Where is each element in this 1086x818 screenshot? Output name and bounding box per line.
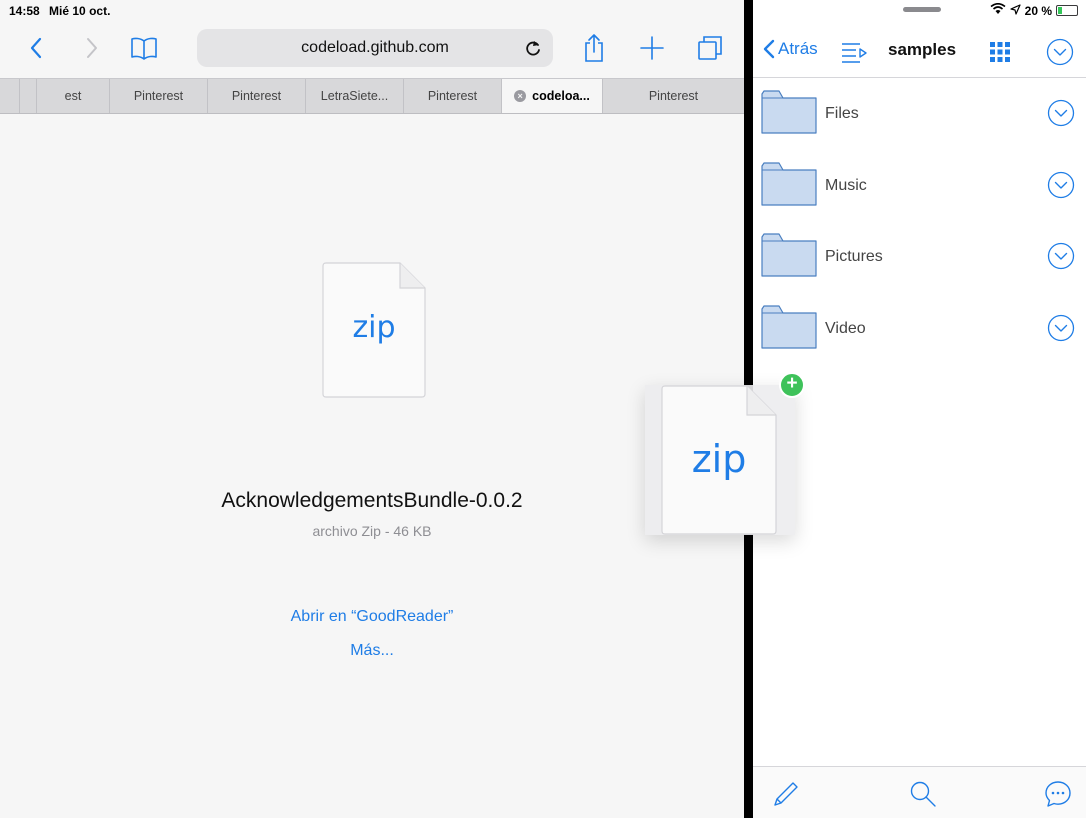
open-in-goodreader-link[interactable]: Abrir en “GoodReader” [0, 608, 744, 626]
share-icon[interactable] [578, 32, 610, 64]
back-label: Atrás [778, 39, 818, 58]
tab-label: Pinterest [133, 89, 184, 103]
tab-label: Pinterest [648, 89, 699, 103]
folder-name: Pictures [825, 248, 883, 265]
folder-icon [761, 161, 817, 206]
goodreader-bottom-toolbar [753, 766, 1086, 818]
folder-row[interactable]: Files [753, 78, 1086, 150]
add-badge-plus-icon: + [779, 372, 805, 398]
goodreader-navbar: Atrás samples [753, 26, 1086, 78]
forward-arrow-icon[interactable] [76, 32, 108, 64]
tab-item[interactable]: Pinterest [404, 79, 502, 113]
tabs-overview-icon[interactable] [694, 32, 726, 64]
status-bar-right: 20 % [753, 0, 1086, 22]
folder-name: Video [825, 319, 866, 337]
chevron-down-circle-icon[interactable] [1047, 99, 1075, 127]
folder-row[interactable]: Music [753, 150, 1086, 222]
zip-icon-label: zip [352, 310, 396, 345]
tab-stack-edge [20, 79, 37, 113]
address-bar[interactable]: codeload.github.com [197, 29, 553, 67]
folder-icon [761, 90, 817, 134]
pencil-icon[interactable] [771, 779, 801, 809]
folder-icon [761, 304, 817, 349]
goodreader-pane: 20 % Atrás samples Files Music Pictures … [753, 0, 1086, 818]
tab-item[interactable]: Pinterest [208, 79, 306, 113]
tab-label: Pinterest [231, 89, 282, 103]
wifi-icon [990, 2, 1006, 18]
safari-toolbar: codeload.github.com [0, 22, 744, 74]
chevron-down-circle-icon[interactable] [1047, 314, 1075, 342]
folder-icon [761, 233, 817, 277]
search-icon[interactable] [908, 779, 938, 809]
zip-file-icon: zip [322, 262, 426, 398]
reload-icon[interactable] [523, 38, 543, 58]
tab-close-icon[interactable]: × [514, 90, 527, 102]
tab-stack-edge [0, 79, 20, 113]
status-date: Mié 10 oct. [49, 4, 111, 18]
tab-label: Pinterest [427, 89, 478, 103]
tab-bar: est Pinterest Pinterest LetraSiete... Pi… [0, 78, 744, 114]
folder-name: Music [825, 176, 867, 194]
folder-row[interactable]: Pictures [753, 221, 1086, 293]
grid-view-icon[interactable] [985, 37, 1015, 67]
status-bar-left: 14:58 Mié 10 oct. [9, 4, 116, 18]
tab-item[interactable]: est [37, 79, 110, 113]
folder-list: Files Music Pictures Video [753, 78, 1086, 364]
tab-item[interactable]: Pinterest [110, 79, 208, 113]
tab-item[interactable]: Pinterest [603, 79, 744, 113]
chevron-down-circle-icon[interactable] [1047, 171, 1075, 199]
status-time: 14:58 [9, 4, 40, 18]
back-button[interactable]: Atrás [763, 39, 818, 59]
more-options-link[interactable]: Más... [0, 642, 744, 660]
zip-icon-label: zip [691, 437, 747, 481]
bookmarks-book-icon[interactable] [128, 32, 160, 64]
list-view-icon[interactable] [839, 37, 869, 67]
chevron-left-icon [763, 39, 775, 59]
zip-file-icon: zip [661, 385, 777, 535]
folder-row[interactable]: Video [753, 293, 1086, 365]
file-meta: archivo Zip - 46 KB [312, 523, 432, 539]
chat-bubble-icon[interactable] [1043, 779, 1073, 809]
status-indicators: 20 % [990, 2, 1078, 18]
tab-label: codeloa... [532, 89, 590, 103]
chevron-down-circle-icon[interactable] [1047, 242, 1075, 270]
drag-preview[interactable]: zip + [645, 372, 805, 535]
tab-item-active[interactable]: × codeloa... [502, 79, 603, 113]
new-tab-plus-icon[interactable] [636, 32, 668, 64]
address-url: codeload.github.com [301, 39, 449, 56]
multitasking-grabber[interactable] [903, 7, 941, 12]
options-chevron-down-icon[interactable] [1045, 37, 1075, 67]
location-icon [1010, 3, 1021, 18]
folder-title: samples [888, 40, 957, 59]
battery-icon [1056, 5, 1078, 16]
safari-pane: 14:58 Mié 10 oct. codeload.github.com es… [0, 0, 744, 818]
tab-label: LetraSiete... [320, 89, 389, 103]
tab-label: est [64, 89, 82, 103]
battery-percent: 20 % [1024, 3, 1052, 18]
file-name: AcknowledgementsBundle-0.0.2 [221, 489, 523, 512]
tab-item[interactable]: LetraSiete... [306, 79, 404, 113]
download-page: zip AcknowledgementsBundle-0.0.2 archivo… [0, 114, 744, 818]
folder-name: Files [825, 105, 859, 122]
back-arrow-icon[interactable] [20, 32, 52, 64]
